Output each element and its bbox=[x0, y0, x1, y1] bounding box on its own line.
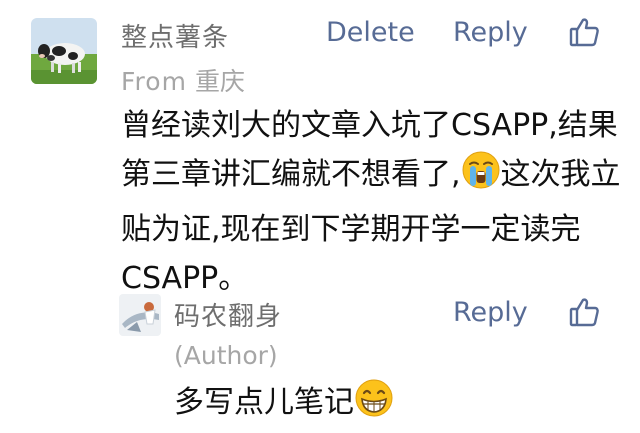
author-badge: (Author) bbox=[174, 341, 278, 370]
reply-button[interactable]: Reply bbox=[453, 17, 528, 48]
crying-face-emoji-icon bbox=[461, 150, 501, 205]
author-reply-text-body: 多写点儿笔记 bbox=[174, 385, 354, 420]
commenter-avatar[interactable] bbox=[31, 18, 97, 84]
author-reply-text: 多写点儿笔记 bbox=[174, 378, 394, 432]
comment-text: 曾经读刘大的文章入坑了CSAPP,结果第三章讲汇编就不想看了, 这次我立贴为证,… bbox=[121, 101, 621, 303]
commenter-nickname[interactable]: 整点薯条 bbox=[121, 17, 229, 54]
reply-to-author-button[interactable]: Reply bbox=[453, 297, 528, 328]
comment-location: From 重庆 bbox=[121, 62, 245, 98]
from-label: From bbox=[121, 67, 187, 96]
like-icon[interactable] bbox=[568, 16, 600, 48]
grinning-face-emoji-icon bbox=[354, 378, 394, 432]
author-avatar[interactable] bbox=[119, 294, 161, 336]
delete-button[interactable]: Delete bbox=[326, 17, 415, 48]
author-like-icon[interactable] bbox=[568, 296, 600, 328]
author-nickname[interactable]: 码农翻身 bbox=[174, 296, 282, 333]
location-text: 重庆 bbox=[194, 67, 245, 96]
